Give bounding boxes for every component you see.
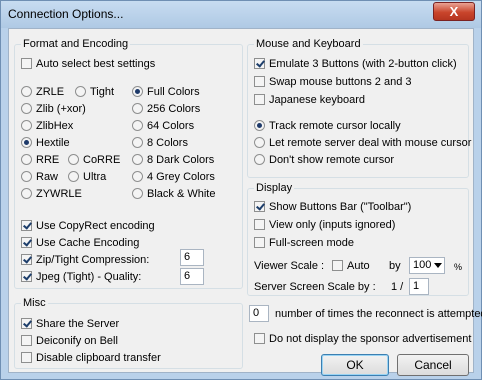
sponsor-label: Do not display the sponsor advertisement [269, 333, 472, 345]
show-toolbar-label: Show Buttons Bar ("Toolbar") [269, 201, 412, 213]
jpeg-quality-label: Jpeg (Tight) - Quality: [36, 271, 142, 283]
viewer-scale-label: Viewer Scale : [254, 260, 325, 272]
scale-select-value: 100 [413, 259, 432, 271]
auto-select-checkbox[interactable]: Auto select best settings [21, 57, 155, 71]
server-scale-input[interactable]: 1 [409, 278, 429, 295]
server-scale-prefix: 1 / [391, 281, 404, 293]
jpeg-quality-checkbox[interactable]: Jpeg (Tight) - Quality: [21, 270, 141, 284]
encoding-zywrle-label: ZYWRLE [36, 188, 82, 200]
zip-compression-label: Zip/Tight Compression: [36, 254, 150, 266]
encoding-hextile-radio[interactable]: Hextile [21, 136, 70, 150]
color-4grey-label: 4 Grey Colors [147, 171, 215, 183]
zip-compression-input[interactable]: 6 [180, 249, 204, 266]
encoding-zlibhex-radio[interactable]: ZlibHex [21, 119, 73, 133]
deiconify-label: Deiconify on Bell [36, 335, 118, 347]
color-256-radio[interactable]: 256 Colors [132, 102, 200, 116]
disable-clipboard-checkbox[interactable]: Disable clipboard transfer [21, 351, 161, 365]
zip-compression-checkbox[interactable]: Zip/Tight Compression: [21, 253, 149, 267]
connection-options-window: Connection Options... X Format and Encod… [0, 0, 482, 380]
auto-select-box[interactable] [21, 58, 32, 69]
encoding-ultra-radio[interactable]: Ultra [68, 170, 106, 184]
color-256-label: 256 Colors [147, 103, 201, 115]
emulate3-label: Emulate 3 Buttons (with 2-button click) [269, 58, 457, 70]
color-bw-radio[interactable]: Black & White [132, 187, 215, 201]
sponsor-checkbox[interactable]: Do not display the sponsor advertisement [254, 332, 471, 346]
color-64-radio[interactable]: 64 Colors [132, 119, 194, 133]
encoding-raw-radio[interactable]: Raw [21, 170, 58, 184]
color-8dark-label: 8 Dark Colors [147, 154, 215, 166]
fullscreen-label: Full-screen mode [269, 237, 354, 249]
color-8dark-radio[interactable]: 8 Dark Colors [132, 153, 214, 167]
encoding-zrle-label: ZRLE [36, 86, 65, 98]
cursor-remote-deal-label: Let remote server deal with mouse cursor [269, 137, 472, 149]
color-full-label: Full Colors [147, 86, 200, 98]
reconnect-count-input[interactable]: 0 [249, 305, 269, 322]
share-server-checkbox[interactable]: Share the Server [21, 317, 119, 331]
cancel-button[interactable]: Cancel [397, 354, 469, 376]
misc-legend: Misc [23, 297, 46, 309]
encoding-zlibhex-label: ZlibHex [36, 120, 74, 132]
copyrect-checkbox[interactable]: Use CopyRect encoding [21, 219, 155, 233]
encoding-zywrle-radio[interactable]: ZYWRLE [21, 187, 82, 201]
color-8-label: 8 Colors [147, 137, 188, 149]
encoding-rre-radio[interactable]: RRE [21, 153, 59, 167]
disable-clipboard-label: Disable clipboard transfer [36, 352, 161, 364]
encoding-corre-label: CoRRE [83, 154, 121, 166]
encoding-zrle-radio[interactable]: ZRLE [21, 85, 64, 99]
encoding-tight-label: Tight [90, 86, 115, 98]
color-full-radio[interactable]: Full Colors [132, 85, 200, 99]
encoding-raw-label: Raw [36, 171, 59, 183]
dialog-client-area: Format and Encoding Auto select best set… [8, 28, 482, 376]
percent-label: % [454, 262, 463, 272]
by-label: by [389, 260, 401, 272]
jpeg-quality-input[interactable]: 6 [180, 268, 204, 285]
swap-buttons-label: Swap mouse buttons 2 and 3 [269, 76, 412, 88]
encoding-rre-label: RRE [36, 154, 60, 166]
encoding-zlib-radio[interactable]: Zlib (+xor) [21, 102, 86, 116]
emulate3-checkbox[interactable]: Emulate 3 Buttons (with 2-button click) [254, 57, 457, 71]
color-4grey-radio[interactable]: 4 Grey Colors [132, 170, 215, 184]
cursor-remote-deal-radio[interactable]: Let remote server deal with mouse cursor [254, 136, 471, 150]
scale-select[interactable]: 100 [409, 257, 445, 274]
cursor-dont-show-label: Don't show remote cursor [269, 154, 394, 166]
title-bar[interactable]: Connection Options... X [1, 1, 481, 28]
fullscreen-checkbox[interactable]: Full-screen mode [254, 236, 354, 250]
cursor-track-local-radio[interactable]: Track remote cursor locally [254, 119, 401, 133]
color-8-radio[interactable]: 8 Colors [132, 136, 188, 150]
auto-scale-checkbox[interactable]: Auto [332, 259, 370, 273]
reconnect-label: number of times the reconnect is attempt… [275, 308, 482, 320]
view-only-label: View only (inputs ignored) [269, 219, 396, 231]
share-server-label: Share the Server [36, 318, 120, 330]
close-icon: X [449, 4, 459, 19]
server-scale-label: Server Screen Scale by : [254, 281, 376, 293]
cache-encoding-checkbox[interactable]: Use Cache Encoding [21, 236, 139, 250]
encoding-corre-radio[interactable]: CoRRE [68, 153, 120, 167]
chevron-down-icon [434, 263, 442, 268]
view-only-checkbox[interactable]: View only (inputs ignored) [254, 218, 395, 232]
copyrect-label: Use CopyRect encoding [36, 220, 155, 232]
window-title: Connection Options... [8, 7, 124, 21]
encoding-ultra-label: Ultra [83, 171, 107, 183]
cache-encoding-label: Use Cache Encoding [36, 237, 140, 249]
color-64-label: 64 Colors [147, 120, 195, 132]
japanese-keyboard-label: Japanese keyboard [269, 94, 366, 106]
encoding-hextile-label: Hextile [36, 137, 70, 149]
close-button[interactable]: X [433, 2, 475, 21]
japanese-keyboard-checkbox[interactable]: Japanese keyboard [254, 93, 365, 107]
mouse-keyboard-legend: Mouse and Keyboard [256, 38, 361, 50]
auto-select-label: Auto select best settings [36, 58, 156, 70]
ok-button[interactable]: OK [321, 354, 389, 376]
cursor-track-local-label: Track remote cursor locally [269, 120, 401, 132]
encoding-tight-radio[interactable]: Tight [75, 85, 114, 99]
auto-scale-label: Auto [347, 260, 370, 272]
encoding-zlib-label: Zlib (+xor) [36, 103, 86, 115]
format-encoding-legend: Format and Encoding [23, 38, 129, 50]
display-legend: Display [256, 182, 293, 194]
deiconify-checkbox[interactable]: Deiconify on Bell [21, 334, 118, 348]
swap-buttons-checkbox[interactable]: Swap mouse buttons 2 and 3 [254, 75, 411, 89]
cursor-dont-show-radio[interactable]: Don't show remote cursor [254, 153, 394, 167]
show-toolbar-checkbox[interactable]: Show Buttons Bar ("Toolbar") [254, 200, 411, 214]
color-bw-label: Black & White [147, 188, 216, 200]
